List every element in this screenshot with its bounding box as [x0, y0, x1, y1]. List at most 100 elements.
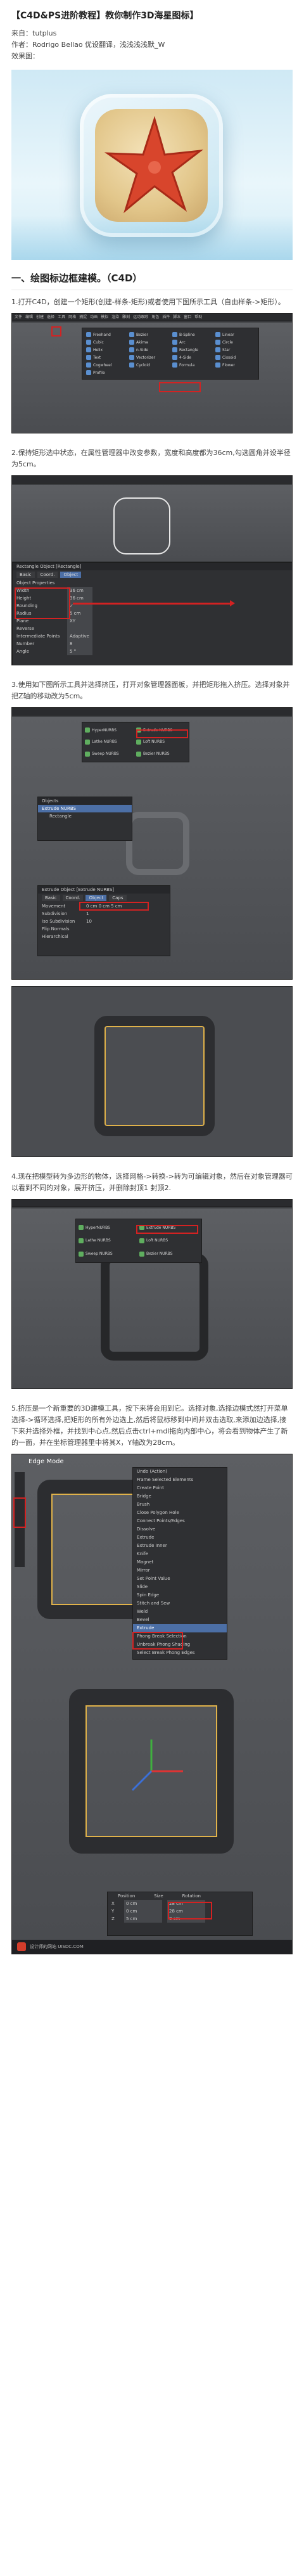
tool-item[interactable]: Formula [172, 362, 212, 368]
menu-item[interactable]: 动画 [90, 314, 98, 321]
tool-item[interactable]: Flower [215, 362, 255, 368]
object-row[interactable]: Extrude NURBS [38, 805, 132, 812]
tool-label: Vectorizer [136, 355, 156, 360]
context-menu-item[interactable]: Magnet [133, 1558, 227, 1567]
menu-item[interactable]: 网格 [68, 314, 76, 321]
menu-item[interactable]: 角色 [151, 314, 159, 321]
context-menu-item[interactable]: Knife [133, 1550, 227, 1558]
context-menu-item[interactable]: Set Point Value [133, 1575, 227, 1583]
tool-item[interactable]: Text [86, 355, 125, 360]
tool-item[interactable]: Rectangle [172, 347, 212, 352]
tab[interactable]: Object [86, 895, 107, 901]
size-highlight [168, 1902, 212, 1919]
prop-row: Angle 5 ° [13, 648, 292, 655]
prop-value[interactable]: 5 ° [67, 648, 92, 655]
tool-item[interactable]: Bezier [129, 332, 168, 337]
attr-value[interactable]: 1 [86, 910, 89, 918]
tool-item[interactable]: 4-Side [172, 355, 212, 360]
tab[interactable]: Coord. [62, 895, 84, 901]
menu-item[interactable]: 模拟 [101, 314, 108, 321]
prop-value[interactable]: Adaptive [67, 632, 92, 640]
tab[interactable]: Basic [16, 572, 35, 578]
tool-item[interactable]: Akima [129, 340, 168, 345]
props-title: Object Properties [16, 580, 55, 586]
step-2-text: 2.保持矩形选中状态，在属性管理器中改变参数，宽度和高度都为36cm,勾选圆角并… [11, 449, 291, 468]
tool-item[interactable]: Circle [215, 340, 255, 345]
prop-value[interactable]: 5 cm [67, 610, 92, 617]
tab[interactable]: Caps [109, 895, 127, 901]
context-menu-item[interactable]: Extrude [133, 1534, 227, 1542]
tool-item[interactable]: Cycloid [129, 362, 168, 368]
context-menu-item[interactable]: Extrude Inner [133, 1542, 227, 1550]
prop-value[interactable]: XY [67, 617, 92, 625]
menu-item[interactable]: 文件 [15, 314, 22, 321]
menu-item[interactable]: 创建 [36, 314, 44, 321]
nurbs-item[interactable]: HyperNURBS [85, 725, 135, 736]
menu-item[interactable]: 窗口 [184, 314, 191, 321]
prop-label: Number [16, 641, 35, 646]
tool-item[interactable]: Cubic [86, 340, 125, 345]
context-menu-item[interactable]: Stitch and Sew [133, 1599, 227, 1608]
tool-item[interactable]: Linear [215, 332, 255, 337]
tool-item[interactable]: B-Spline [172, 332, 212, 337]
prop-value[interactable]: 36 cm [67, 594, 92, 602]
menu-item[interactable]: 雕刻 [122, 314, 130, 321]
context-menu-item[interactable]: Bevel [133, 1616, 227, 1624]
menu-item[interactable]: 运动跟踪 [133, 314, 148, 321]
tool-item[interactable]: n-Side [129, 347, 168, 352]
tool-item[interactable]: Helix [86, 347, 125, 352]
tab[interactable]: Coord. [37, 572, 58, 578]
context-menu-item[interactable]: Spin Edge [133, 1591, 227, 1599]
coord-pos[interactable]: 0 cm [124, 1900, 162, 1907]
context-menu-item[interactable]: Close Polygon Hole [133, 1509, 227, 1517]
context-menu-item[interactable]: Connect Points/Edges [133, 1517, 227, 1525]
attr-value[interactable]: 10 [86, 918, 92, 925]
nurbs-item[interactable]: Lathe NURBS [85, 737, 135, 748]
prop-value[interactable]: 8 [67, 640, 92, 648]
tool-item[interactable]: Cissoid [215, 355, 255, 360]
tab[interactable]: Basic [42, 895, 60, 901]
coord-pos[interactable]: 5 cm [124, 1915, 162, 1923]
nurbs-icon [79, 1238, 84, 1243]
prop-value[interactable] [67, 625, 92, 632]
nurbs-item[interactable]: Sweep NURBS [79, 1248, 138, 1260]
context-menu-item[interactable]: Bridge [133, 1492, 227, 1501]
context-menu-item[interactable]: Weld [133, 1608, 227, 1616]
tab[interactable]: Object [60, 572, 82, 578]
context-menu-item[interactable]: Select Break Phong Edges [133, 1649, 227, 1657]
menu-item[interactable]: 选择 [47, 314, 54, 321]
context-menu-item[interactable]: Slide [133, 1583, 227, 1591]
menu-item[interactable]: 编辑 [25, 314, 33, 321]
context-menu-item[interactable]: Mirror [133, 1567, 227, 1575]
coord-pos[interactable]: 0 cm [124, 1907, 162, 1915]
tool-item[interactable]: Freehand [86, 332, 125, 337]
context-menu-item[interactable]: Dissolve [133, 1525, 227, 1534]
prop-value[interactable]: 36 cm [67, 587, 92, 594]
context-menu-item[interactable]: Brush [133, 1501, 227, 1509]
nurbs-label: Sweep NURBS [92, 752, 119, 757]
nurbs-item[interactable]: Bezier NURBS [139, 1248, 199, 1260]
nurbs-item[interactable]: Loft NURBS [136, 737, 186, 748]
context-menu-item[interactable]: Create Point [133, 1484, 227, 1492]
step-4-text: 4.现在把模型转为多边形的物体，选择网格->转换->转为可编辑对象，然后在对象管… [11, 1172, 293, 1192]
nurbs-item[interactable]: Sweep NURBS [85, 748, 135, 759]
tool-item[interactable]: Profile [86, 370, 125, 375]
tool-item[interactable]: Cogwheel [86, 362, 125, 368]
nurbs-item[interactable]: Loft NURBS [139, 1235, 199, 1247]
nurbs-item[interactable]: HyperNURBS [79, 1222, 138, 1234]
menu-item[interactable]: 脚本 [173, 314, 180, 321]
nurbs-item[interactable]: Bezier NURBS [136, 748, 186, 759]
tool-item[interactable]: Arc [172, 340, 212, 345]
context-menu-item[interactable]: Undo (Action) [133, 1468, 227, 1476]
menu-item[interactable]: 插件 [162, 314, 170, 321]
menu-item[interactable]: 工具 [58, 314, 65, 321]
nurbs-item[interactable]: Lathe NURBS [79, 1235, 138, 1247]
starfish-icon [104, 115, 204, 214]
object-row[interactable]: Rectangle [38, 812, 132, 820]
menu-item[interactable]: 渲染 [111, 314, 119, 321]
menu-item[interactable]: 帮助 [194, 314, 202, 321]
menu-item[interactable]: 捕捉 [79, 314, 87, 321]
context-menu-item[interactable]: Frame Selected Elements [133, 1476, 227, 1484]
tool-item[interactable]: Star [215, 347, 255, 352]
tool-item[interactable]: Vectorizer [129, 355, 168, 360]
